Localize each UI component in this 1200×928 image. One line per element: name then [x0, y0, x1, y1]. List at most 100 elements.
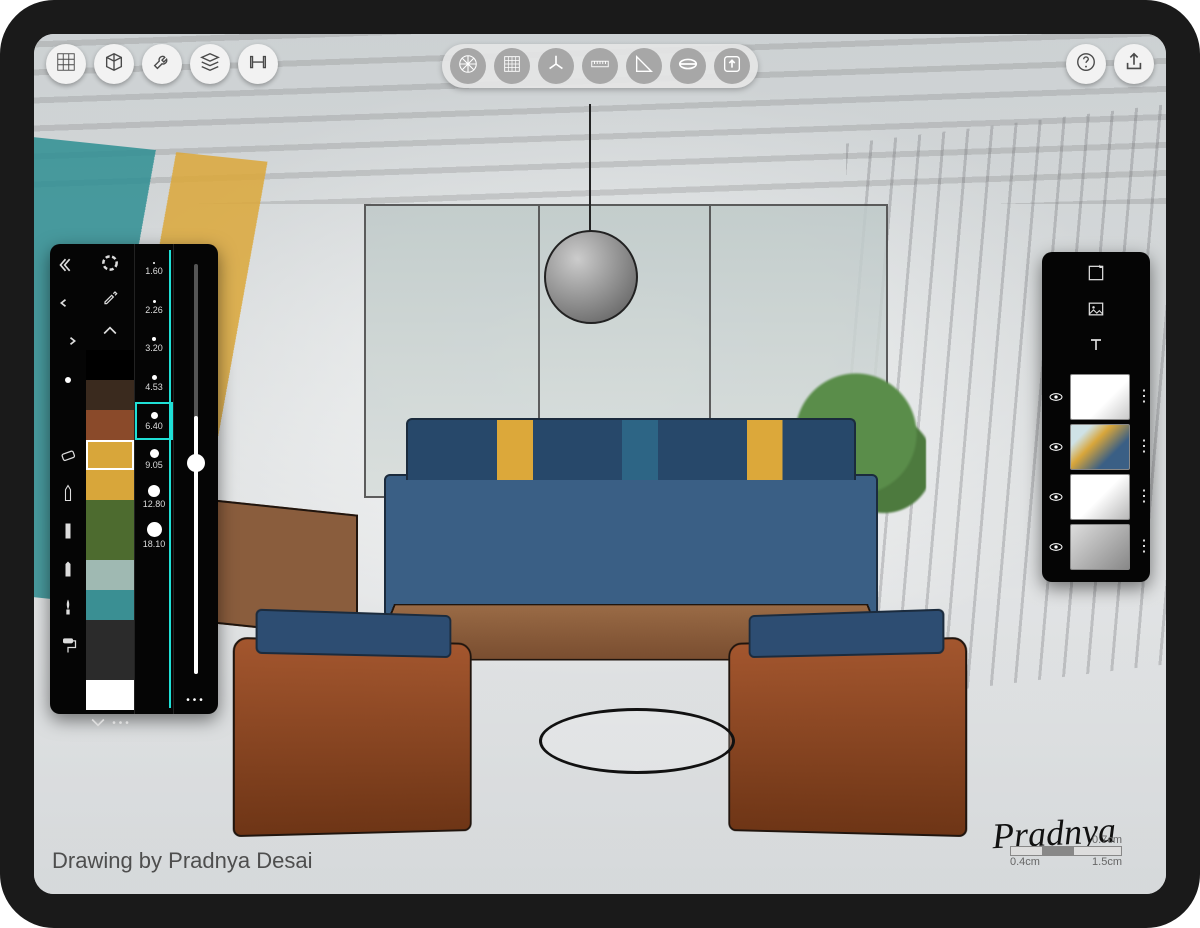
color-swatch[interactable]: [86, 590, 134, 620]
image-layer-button[interactable]: [1081, 298, 1111, 324]
visibility-toggle[interactable]: [1048, 489, 1064, 505]
pencil-button[interactable]: [54, 480, 82, 508]
brush-size-option[interactable]: 4.53: [135, 364, 173, 402]
toolbar-top-right: [1066, 44, 1154, 84]
new-layer-icon: [1086, 263, 1106, 288]
setsquare-button[interactable]: [626, 48, 662, 84]
roller-button[interactable]: [54, 632, 82, 660]
share-icon: [1123, 51, 1145, 78]
layer-row[interactable]: ⋮: [1048, 424, 1144, 470]
layer-thumbnail: [1070, 474, 1130, 520]
move3d-icon: [457, 53, 479, 80]
text-layer-button[interactable]: [1081, 334, 1111, 360]
eyedropper-button[interactable]: [96, 284, 124, 312]
layer-thumbnail: [1070, 524, 1130, 570]
upload-button[interactable]: [714, 48, 750, 84]
color-swatch[interactable]: [86, 470, 134, 500]
brush-size-option[interactable]: 12.80: [135, 478, 173, 516]
color-swatch[interactable]: [86, 410, 134, 440]
layer-thumbnail: [1070, 374, 1130, 420]
opacity-slider[interactable]: •••: [174, 244, 218, 714]
cube-button[interactable]: [94, 44, 134, 84]
dot-small-button[interactable]: [54, 366, 82, 394]
brush-size-option[interactable]: 18.10: [135, 516, 173, 554]
measure-icon: [247, 51, 269, 78]
layer-row[interactable]: ⋮: [1048, 524, 1144, 570]
brush-size-option[interactable]: 6.40: [135, 402, 173, 440]
share-button[interactable]: [1114, 44, 1154, 84]
marker-round-icon: [58, 559, 78, 582]
hatch-icon: [501, 53, 523, 80]
marker-chisel-button[interactable]: [54, 518, 82, 546]
spacer-button[interactable]: [54, 404, 82, 432]
layer-row[interactable]: ⋮: [1048, 374, 1144, 420]
scale-ruler: 0.7cm 0.4cm1.5cm: [1010, 834, 1122, 868]
chevron-down-icon: [88, 712, 108, 735]
layer-options-icon[interactable]: ⋮: [1136, 542, 1148, 552]
visibility-toggle[interactable]: [1048, 539, 1064, 555]
brush-icon: [58, 597, 78, 620]
color-swatch[interactable]: [86, 650, 134, 680]
axis-icon: [545, 53, 567, 80]
drawing-canvas[interactable]: Pradnya Drawing by Pradnya Desai 0.7cm 0…: [34, 34, 1166, 894]
color-swatch[interactable]: [86, 560, 134, 590]
roller-icon: [58, 635, 78, 658]
layer-options-icon[interactable]: ⋮: [1136, 492, 1148, 502]
brush-size-option[interactable]: 3.20: [135, 326, 173, 364]
brush-panel: ••• 1.60 2.26 3.20 4.53 6.40 9.05 12.80 …: [50, 244, 218, 714]
layers3d-button[interactable]: [190, 44, 230, 84]
color-swatch[interactable]: [86, 350, 134, 380]
color-swatch[interactable]: [86, 440, 134, 470]
undo-icon: [58, 293, 78, 316]
upload-icon: [721, 53, 743, 80]
color-swatch[interactable]: [86, 500, 134, 530]
help-button[interactable]: [1066, 44, 1106, 84]
more-icon[interactable]: •••: [174, 695, 218, 706]
new-layer-button[interactable]: [1081, 262, 1111, 288]
undo-button[interactable]: [54, 290, 82, 318]
color-wheel-icon: [100, 253, 120, 276]
redo-button[interactable]: [54, 328, 82, 356]
chevron-up-button[interactable]: [96, 318, 124, 346]
grid-button[interactable]: [46, 44, 86, 84]
pencil-icon: [58, 483, 78, 506]
toolbar-top-left: [46, 44, 278, 84]
eraser-button[interactable]: [54, 442, 82, 470]
brush-size-option[interactable]: 9.05: [135, 440, 173, 478]
tablet-frame: Pradnya Drawing by Pradnya Desai 0.7cm 0…: [0, 0, 1200, 928]
marker-round-button[interactable]: [54, 556, 82, 584]
layers-panel: ⋮ ⋮ ⋮ ⋮: [1042, 252, 1150, 582]
chevron-down-button[interactable]: [86, 709, 110, 737]
cube-icon: [103, 51, 125, 78]
color-wheel-button[interactable]: [96, 250, 124, 278]
color-swatch[interactable]: [86, 620, 134, 650]
more-button[interactable]: •••: [110, 709, 134, 737]
redo-icon: [58, 331, 78, 354]
color-swatch[interactable]: [86, 380, 134, 410]
artist-credit: Drawing by Pradnya Desai: [52, 848, 312, 874]
ruler-button[interactable]: [582, 48, 618, 84]
layer-options-icon[interactable]: ⋮: [1136, 392, 1148, 402]
move3d-button[interactable]: [450, 48, 486, 84]
chevron-up-icon: [100, 321, 120, 344]
color-swatch[interactable]: [86, 680, 134, 710]
layer-row[interactable]: ⋮: [1048, 474, 1144, 520]
eyedropper-icon: [100, 287, 120, 310]
grid-icon: [55, 51, 77, 78]
brush-button[interactable]: [54, 594, 82, 622]
color-swatch[interactable]: [86, 530, 134, 560]
collapse-button[interactable]: [54, 252, 82, 280]
wrench-button[interactable]: [142, 44, 182, 84]
marker-chisel-icon: [58, 521, 78, 544]
hatch-button[interactable]: [494, 48, 530, 84]
brush-size-option[interactable]: 1.60: [135, 250, 173, 288]
toolbar-top-center: [442, 44, 758, 88]
axis-button[interactable]: [538, 48, 574, 84]
visibility-toggle[interactable]: [1048, 439, 1064, 455]
measure-button[interactable]: [238, 44, 278, 84]
ruler-icon: [589, 53, 611, 80]
ellipse-button[interactable]: [670, 48, 706, 84]
visibility-toggle[interactable]: [1048, 389, 1064, 405]
brush-size-option[interactable]: 2.26: [135, 288, 173, 326]
layer-options-icon[interactable]: ⋮: [1136, 442, 1148, 452]
